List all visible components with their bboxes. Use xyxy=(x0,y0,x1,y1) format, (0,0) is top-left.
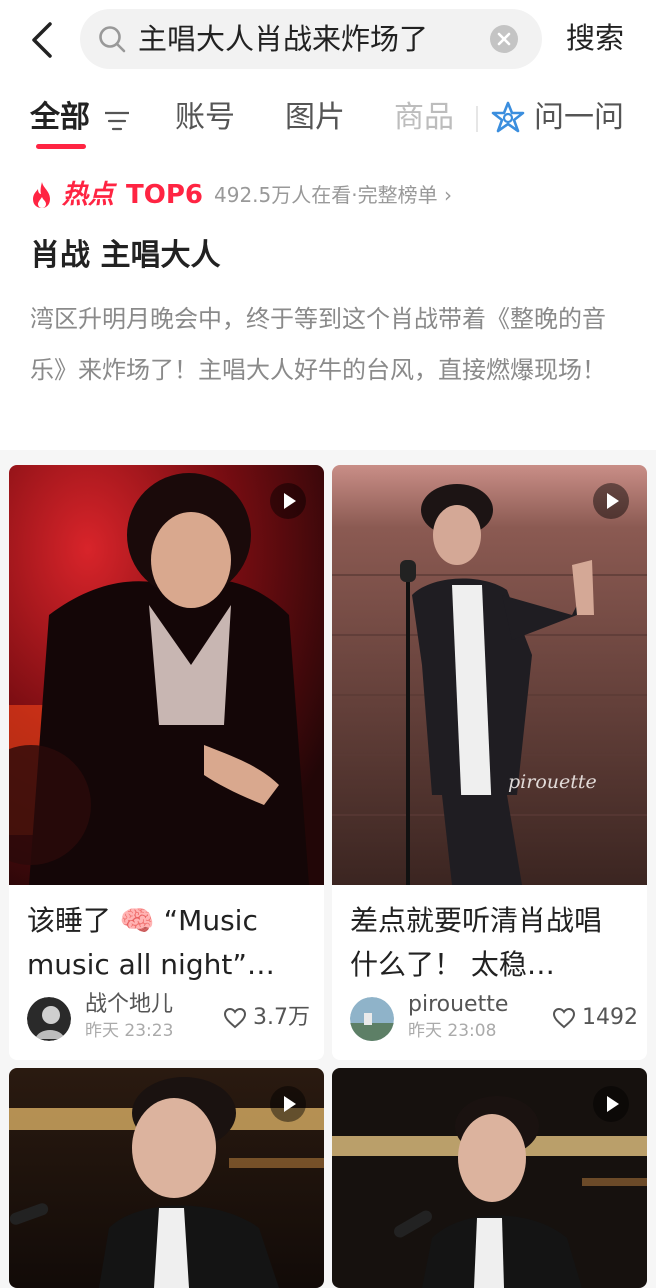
feed-card[interactable]: pirouette 差点就要听清肖战唱什么了！ 太稳… pirouette 昨天… xyxy=(332,465,647,1060)
video-thumbnail xyxy=(9,465,324,885)
post-time: 昨天 23:08 xyxy=(408,1021,497,1041)
search-input[interactable]: 主唱大人肖战来炸场了 xyxy=(138,21,428,57)
play-icon xyxy=(270,483,306,519)
feed-card[interactable] xyxy=(332,1068,647,1288)
play-icon xyxy=(593,483,629,519)
tab-ask[interactable]: 问一问 xyxy=(534,96,624,140)
fire-icon xyxy=(33,182,50,208)
avatar xyxy=(27,997,71,1041)
back-arrow-icon[interactable] xyxy=(26,20,62,60)
post-time: 昨天 23:23 xyxy=(85,1021,174,1041)
feed-card[interactable] xyxy=(9,1068,324,1288)
like-count: 3.7万 xyxy=(253,1005,310,1030)
feed-card[interactable]: 该睡了 🧠 “Music music all night”… 战个地儿 昨天 2… xyxy=(9,465,324,1060)
topic-description: 湾区升明月晚会中，终于等到这个肖战带着《整晚的音乐》来炸场了！主唱大人好牛的台风… xyxy=(30,305,606,384)
watermark: pirouette xyxy=(508,771,597,793)
viewer-count: 492.5万人在看·完整榜单 xyxy=(214,183,438,207)
author-name: pirouette xyxy=(408,992,509,1017)
search-button[interactable]: 搜索 xyxy=(566,19,624,57)
author-row[interactable]: pirouette 昨天 23:08 1492 xyxy=(350,992,638,1043)
card-title: 该睡了 🧠 “Music music all night”… xyxy=(27,904,275,981)
clear-search-icon[interactable] xyxy=(490,25,518,53)
tab-images[interactable]: 图片 xyxy=(285,96,345,140)
header-area: 主唱大人肖战来炸场了 搜索 全部 账号 图片 商品 问一问 热点 TOP6 49… xyxy=(0,0,656,450)
tab-accounts[interactable]: 账号 xyxy=(175,96,235,140)
ai-ask-icon[interactable] xyxy=(490,100,526,136)
active-tab-indicator xyxy=(36,144,86,149)
card-title: 差点就要听清肖战唱什么了！ 太稳… xyxy=(350,904,603,981)
hot-label: 热点 xyxy=(62,180,115,210)
filter-icon[interactable] xyxy=(105,110,129,132)
play-icon xyxy=(270,1086,306,1122)
chevron-right-icon: › xyxy=(443,183,452,207)
like-button[interactable]: 3.7万 xyxy=(223,1003,311,1033)
author-name: 战个地儿 xyxy=(85,992,174,1017)
viewer-count-link[interactable]: 492.5万人在看·完整榜单 › xyxy=(214,180,452,210)
search-bar[interactable]: 主唱大人肖战来炸场了 xyxy=(80,9,542,69)
author-row[interactable]: 战个地儿 昨天 23:23 3.7万 xyxy=(27,992,311,1043)
heart-icon xyxy=(552,1007,576,1029)
avatar xyxy=(350,997,394,1041)
hot-rank: TOP6 xyxy=(126,180,203,210)
video-thumbnail xyxy=(332,465,647,885)
tab-bar: 全部 账号 图片 商品 问一问 xyxy=(0,96,656,152)
like-count: 1492 xyxy=(582,1005,638,1030)
like-button[interactable]: 1492 xyxy=(552,1003,638,1033)
topic-title[interactable]: 肖战 主唱大人 xyxy=(30,236,220,276)
tab-all[interactable]: 全部 xyxy=(30,96,90,140)
tab-products[interactable]: 商品 xyxy=(394,96,454,140)
svg-text:pirouette: pirouette xyxy=(508,771,597,793)
tab-divider xyxy=(476,106,478,132)
play-icon xyxy=(593,1086,629,1122)
heart-icon xyxy=(223,1007,247,1029)
search-icon xyxy=(99,26,126,53)
